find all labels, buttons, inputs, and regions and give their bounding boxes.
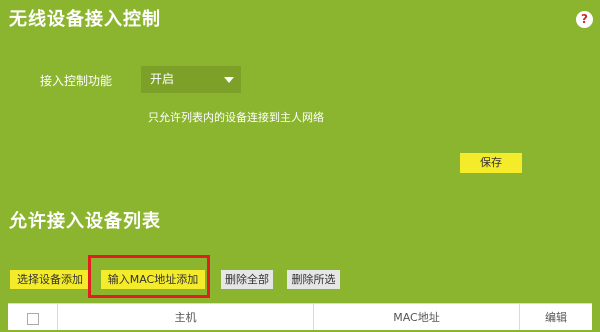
- access-control-select[interactable]: 开启: [141, 66, 241, 93]
- delete-all-button[interactable]: 删除全部: [221, 270, 273, 289]
- highlight-box: [88, 255, 210, 298]
- access-control-hint: 只允许列表内的设备连接到主人网络: [148, 111, 324, 124]
- access-control-selected-value: 开启: [150, 72, 175, 86]
- select-all-cell: [8, 304, 58, 330]
- page-title: 无线设备接入控制: [9, 9, 161, 30]
- allowed-list-title: 允许接入设备列表: [9, 211, 161, 232]
- column-mac: MAC地址: [314, 304, 520, 330]
- help-icon[interactable]: ?: [576, 11, 593, 28]
- delete-selected-button[interactable]: 删除所选: [287, 270, 340, 289]
- select-device-add-button[interactable]: 选择设备添加: [10, 270, 90, 289]
- column-host: 主机: [58, 304, 314, 330]
- table-header: 主机 MAC地址 编辑: [8, 303, 592, 330]
- column-edit: 编辑: [545, 311, 567, 324]
- access-control-label: 接入控制功能: [40, 74, 113, 88]
- chevron-down-icon: [224, 77, 234, 83]
- select-all-checkbox[interactable]: [27, 313, 39, 325]
- save-button[interactable]: 保存: [460, 153, 522, 173]
